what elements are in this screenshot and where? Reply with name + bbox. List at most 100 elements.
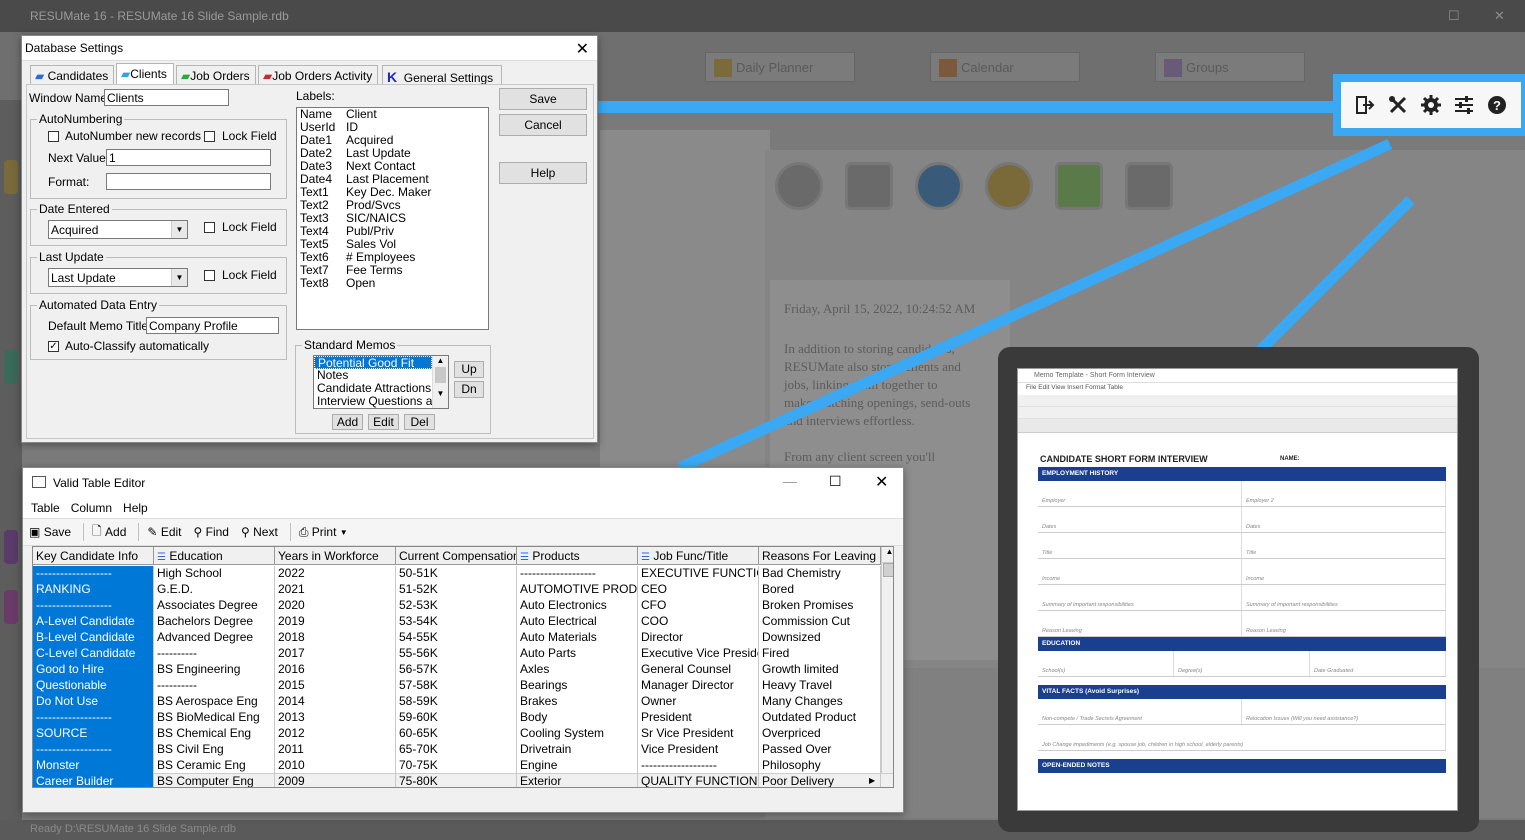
table-cell[interactable]: High School (154, 566, 275, 582)
table-cell[interactable]: ---------- (154, 678, 275, 694)
table-cell[interactable]: Fired (759, 646, 881, 662)
tools-icon[interactable] (1388, 95, 1408, 115)
table-cell[interactable]: President (638, 710, 759, 726)
auto-classify-checkbox[interactable]: ✓ (48, 341, 59, 352)
tab-groups[interactable]: Groups (1155, 52, 1305, 82)
table-cell[interactable]: Bad Chemistry (759, 566, 881, 582)
table-cell[interactable]: Engine (517, 758, 638, 774)
table-cell[interactable]: Many Changes (759, 694, 881, 710)
table-cell[interactable]: B-Level Candidate (33, 630, 154, 646)
scroll-thumb[interactable] (435, 367, 446, 383)
table-cell[interactable]: 59-60K (396, 710, 517, 726)
list-item[interactable]: Interview Questions and (314, 395, 448, 408)
table-cell[interactable]: 57-58K (396, 678, 517, 694)
chevron-up-icon[interactable]: ▲ (882, 547, 893, 563)
chevron-down-icon[interactable]: ▼ (171, 269, 187, 286)
column-header[interactable]: Current Compensation (396, 547, 517, 565)
table-cell[interactable]: Auto Electronics (517, 598, 638, 614)
table-cell[interactable]: General Counsel (638, 662, 759, 678)
table-cell[interactable]: 2016 (275, 662, 396, 678)
tab-candidates[interactable]: ▰ Candidates (30, 65, 114, 85)
maximize-icon[interactable]: ☐ (1448, 8, 1460, 24)
table-cell[interactable]: Bearings (517, 678, 638, 694)
minimize-icon[interactable]: — (783, 473, 797, 489)
memo-edit-button[interactable]: Edit (368, 414, 399, 430)
table-cell[interactable]: 56-57K (396, 662, 517, 678)
table-cell[interactable]: ------------------- (33, 710, 154, 726)
table-cell[interactable]: Bachelors Degree (154, 614, 275, 630)
table-cell[interactable]: 2013 (275, 710, 396, 726)
table-cell[interactable]: Exterior (517, 774, 638, 787)
table-cell[interactable]: Downsized (759, 630, 881, 646)
table-cell[interactable]: BS Civil Eng (154, 742, 275, 758)
add-button[interactable]: 🗋 Add (92, 522, 126, 543)
save-button[interactable]: ▣ Save (29, 525, 71, 539)
table-cell[interactable]: 58-59K (396, 694, 517, 710)
tab-clients[interactable]: ▰Clients (116, 63, 174, 85)
table-cell[interactable]: Do Not Use (33, 694, 154, 710)
table-cell[interactable]: 60-65K (396, 726, 517, 742)
last-update-lock-checkbox[interactable] (204, 270, 215, 281)
table-cell[interactable]: Heavy Travel (759, 678, 881, 694)
table-cell[interactable]: 2015 (275, 678, 396, 694)
table-cell[interactable]: ------------------- (33, 598, 154, 614)
table-cell[interactable]: 2009 (275, 774, 396, 787)
table-cell[interactable]: BS Engineering (154, 662, 275, 678)
table-cell[interactable]: Broken Promises (759, 598, 881, 614)
tab-general-settings[interactable]: K General Settings (382, 65, 502, 85)
table-cell[interactable]: 52-53K (396, 598, 517, 614)
table-cell[interactable]: Passed Over (759, 742, 881, 758)
autonumber-lock-checkbox[interactable] (204, 131, 215, 142)
table-cell[interactable]: CEO (638, 582, 759, 598)
column-header[interactable]: Key Candidate Info (33, 547, 154, 565)
column-header[interactable]: ☰ Education (154, 547, 275, 565)
table-cell[interactable]: Sr Vice President (638, 726, 759, 742)
table-cell[interactable]: Questionable (33, 678, 154, 694)
find-button[interactable]: ⚲ Find (194, 525, 229, 539)
print-button[interactable]: ⎙ Print ▼ (299, 525, 348, 540)
exit-icon[interactable] (1355, 95, 1375, 115)
tab-job-orders-activity[interactable]: ▰Job Orders Activity (258, 65, 378, 85)
table-cell[interactable]: ------------------- (638, 758, 759, 774)
save-button[interactable]: Save (499, 88, 587, 110)
table-cell[interactable]: Cooling System (517, 726, 638, 742)
table-cell[interactable]: CFO (638, 598, 759, 614)
table-cell[interactable]: 2020 (275, 598, 396, 614)
table-cell[interactable]: 2022 (275, 566, 396, 582)
table-cell[interactable]: Outdated Product (759, 710, 881, 726)
table-cell[interactable]: 2011 (275, 742, 396, 758)
tab-calendar[interactable]: Calendar (930, 52, 1080, 82)
memo-delete-button[interactable]: Del (404, 414, 435, 430)
table-cell[interactable]: A-Level Candidate (33, 614, 154, 630)
table-cell[interactable]: SOURCE (33, 726, 154, 742)
next-button[interactable]: ⚲ Next (241, 525, 278, 539)
table-cell[interactable]: 55-56K (396, 646, 517, 662)
column-header[interactable]: ☰ Products (517, 547, 638, 565)
close-icon[interactable]: ✕ (875, 472, 888, 492)
memo-up-button[interactable]: Up (454, 361, 484, 378)
table-cell[interactable]: Axles (517, 662, 638, 678)
table-cell[interactable]: Commission Cut (759, 614, 881, 630)
close-icon[interactable]: ✕ (1494, 8, 1505, 24)
chevron-up-icon[interactable]: ▲ (433, 356, 448, 365)
table-cell[interactable]: BS Chemical Eng (154, 726, 275, 742)
table-cell[interactable]: Vice President (638, 742, 759, 758)
column-header[interactable]: Reasons For Leaving (759, 547, 881, 565)
label-row[interactable]: Text8 Open (297, 277, 488, 290)
table-cell[interactable]: 75-80K (396, 774, 517, 787)
table-cell[interactable]: 50-51K (396, 566, 517, 582)
column-header[interactable]: Years in Workforce (275, 547, 396, 565)
table-cell[interactable]: 65-70K (396, 742, 517, 758)
window-name-field[interactable]: Clients (104, 89, 229, 106)
cancel-button[interactable]: Cancel (499, 114, 587, 136)
table-cell[interactable]: BS Ceramic Eng (154, 758, 275, 774)
table-cell[interactable]: ---------- (154, 646, 275, 662)
last-update-select[interactable]: Last Update ▼ (48, 268, 188, 287)
table-cell[interactable]: 70-75K (396, 758, 517, 774)
edit-button[interactable]: ✎ Edit (147, 525, 181, 539)
table-cell[interactable]: 2010 (275, 758, 396, 774)
table-cell[interactable]: G.E.D. (154, 582, 275, 598)
menu-table[interactable]: Table (31, 498, 67, 518)
memo-add-button[interactable]: Add (332, 414, 363, 430)
settings-sliders-icon[interactable] (1454, 95, 1474, 115)
